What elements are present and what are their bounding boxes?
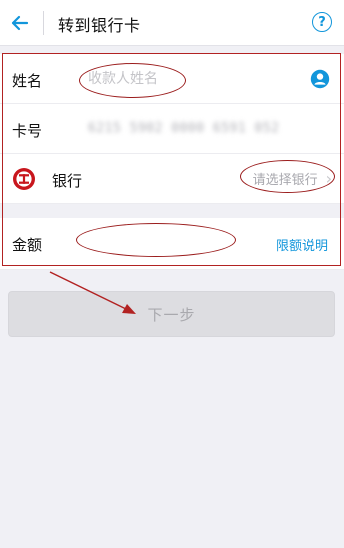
card-number-value[interactable]: 6215 5902 0000 6591 052 — [88, 121, 280, 136]
card-number-label: 卡号 — [12, 122, 43, 140]
amount-row: 金额 限额说明 — [0, 218, 344, 270]
section-gap — [0, 204, 344, 218]
name-row: 姓名 — [0, 54, 344, 104]
bank-row[interactable]: 银行 请选择银行 › — [0, 154, 344, 204]
next-step-button[interactable]: 下一步 — [8, 291, 335, 337]
name-label: 姓名 — [12, 72, 43, 90]
chevron-right-icon: › — [325, 168, 332, 188]
transfer-form: 姓名 卡号 6215 5902 0000 6591 052 银行 请选择银行 — [0, 54, 344, 270]
amount-label: 金额 — [12, 236, 43, 254]
app-header: 转到银行卡 ? — [0, 0, 344, 46]
page-title: 转到银行卡 — [58, 16, 141, 35]
contact-person-icon[interactable] — [310, 69, 330, 89]
card-number-row: 卡号 6215 5902 0000 6591 052 — [0, 104, 344, 154]
screen: 转到银行卡 ? 姓名 卡号 6215 5902 0000 6591 052 — [0, 0, 344, 548]
amount-input[interactable] — [88, 230, 288, 256]
help-icon[interactable]: ? — [312, 12, 332, 32]
bank-label: 银行 — [52, 172, 83, 190]
limit-info-link[interactable]: 限额说明 — [276, 235, 328, 254]
payee-name-input[interactable] — [88, 66, 288, 92]
bank-select-placeholder: 请选择银行 — [252, 173, 318, 188]
bank-select[interactable]: 请选择银行 › — [253, 169, 332, 188]
header-divider — [43, 11, 44, 35]
back-arrow-icon[interactable] — [6, 9, 34, 37]
icbc-bank-logo-icon — [13, 168, 35, 190]
